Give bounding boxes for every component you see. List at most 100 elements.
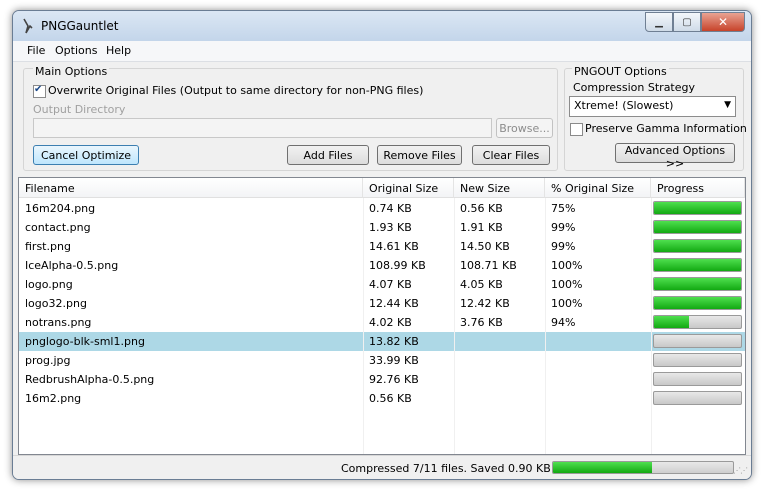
resize-grip-icon[interactable]: ⋰⋰ bbox=[733, 466, 748, 475]
row-progress-bar bbox=[653, 372, 742, 386]
cell-original-size: 13.82 KB bbox=[369, 335, 419, 348]
table-row[interactable]: logo.png 4.07 KB 4.05 KB 100% bbox=[19, 275, 745, 294]
column-divider bbox=[651, 198, 652, 454]
table-row[interactable]: first.png 14.61 KB 14.50 KB 99% bbox=[19, 237, 745, 256]
row-progress-bar bbox=[653, 239, 742, 253]
maximize-button[interactable]: ▢ bbox=[673, 12, 701, 32]
row-progress-fill bbox=[654, 202, 741, 214]
preserve-gamma-label: Preserve Gamma Information bbox=[585, 122, 747, 135]
cell-original-size: 4.02 KB bbox=[369, 316, 412, 329]
column-header-new-size[interactable]: New Size bbox=[454, 178, 545, 198]
menu-file[interactable]: File bbox=[27, 44, 45, 57]
overwrite-label: Overwrite Original Files (Output to same… bbox=[48, 84, 424, 97]
table-row[interactable]: notrans.png 4.02 KB 3.76 KB 94% bbox=[19, 313, 745, 332]
status-bar: Compressed 7/11 files. Saved 0.90 KB tot… bbox=[13, 455, 751, 479]
row-progress-bar bbox=[653, 315, 742, 329]
cell-original-size: 0.56 KB bbox=[369, 392, 412, 405]
table-row[interactable]: logo32.png 12.44 KB 12.42 KB 100% bbox=[19, 294, 745, 313]
row-progress-fill bbox=[654, 278, 741, 290]
overwrite-checkbox[interactable] bbox=[33, 84, 46, 98]
cell-new-size: 108.71 KB bbox=[460, 259, 517, 272]
cell-percent: 100% bbox=[551, 259, 583, 272]
column-divider bbox=[363, 198, 364, 454]
table-row[interactable]: 16m204.png 0.74 KB 0.56 KB 75% bbox=[19, 199, 745, 218]
cell-original-size: 14.61 KB bbox=[369, 240, 419, 253]
file-list[interactable]: Filename Original Size New Size % Origin… bbox=[18, 177, 746, 455]
row-progress-bar bbox=[653, 353, 742, 367]
browse-button[interactable]: Browse... bbox=[496, 118, 553, 138]
window-title: PNGGauntlet bbox=[41, 19, 119, 33]
cell-original-size: 4.07 KB bbox=[369, 278, 412, 291]
cell-filename: logo32.png bbox=[25, 297, 87, 310]
row-progress-bar bbox=[653, 258, 742, 272]
row-progress-bar bbox=[653, 277, 742, 291]
cell-new-size: 0.56 KB bbox=[460, 202, 503, 215]
cell-new-size: 4.05 KB bbox=[460, 278, 503, 291]
row-progress-bar bbox=[653, 296, 742, 310]
cell-percent: 100% bbox=[551, 297, 583, 310]
main-options-title: Main Options bbox=[33, 65, 110, 78]
chevron-down-icon: ▼ bbox=[724, 100, 731, 110]
cell-percent: 100% bbox=[551, 278, 583, 291]
cell-filename: first.png bbox=[25, 240, 71, 253]
cell-new-size: 3.76 KB bbox=[460, 316, 503, 329]
minimize-button[interactable]: ▁ bbox=[645, 12, 673, 32]
table-row[interactable]: prog.jpg 33.99 KB bbox=[19, 351, 745, 370]
close-button[interactable]: ✕ bbox=[701, 12, 745, 32]
column-divider bbox=[545, 198, 546, 454]
advanced-options-button[interactable]: Advanced Options >> bbox=[615, 143, 735, 170]
cell-filename: logo.png bbox=[25, 278, 73, 291]
table-row[interactable]: contact.png 1.93 KB 1.91 KB 99% bbox=[19, 218, 745, 237]
table-row[interactable]: 16m2.png 0.56 KB bbox=[19, 389, 745, 408]
menu-bar: File Options Help bbox=[13, 41, 751, 62]
add-files-button[interactable]: Add Files bbox=[287, 145, 369, 165]
cell-filename: IceAlpha-0.5.png bbox=[25, 259, 119, 272]
maximize-icon: ▢ bbox=[682, 16, 692, 28]
table-row[interactable]: pnglogo-blk-sml1.png 13.82 KB bbox=[19, 332, 745, 351]
row-progress-fill bbox=[654, 316, 689, 328]
output-directory-input[interactable] bbox=[33, 118, 492, 138]
column-header-percent[interactable]: % Original Size bbox=[545, 178, 651, 198]
cell-new-size: 12.42 KB bbox=[460, 297, 510, 310]
title-bar[interactable]: PNGGauntlet ▁ ▢ ✕ bbox=[13, 11, 751, 41]
cell-percent: 75% bbox=[551, 202, 576, 215]
cell-original-size: 1.93 KB bbox=[369, 221, 412, 234]
cell-filename: pnglogo-blk-sml1.png bbox=[25, 335, 145, 348]
preserve-gamma-checkbox[interactable] bbox=[570, 123, 583, 136]
menu-help[interactable]: Help bbox=[106, 44, 131, 57]
pngout-options-title: PNGOUT Options bbox=[572, 65, 669, 78]
output-directory-label: Output Directory bbox=[33, 103, 126, 116]
table-row[interactable]: RedbrushAlpha-0.5.png 92.76 KB bbox=[19, 370, 745, 389]
compression-strategy-select[interactable]: Xtreme! (Slowest) ▼ bbox=[569, 96, 736, 117]
cell-original-size: 33.99 KB bbox=[369, 354, 419, 367]
app-icon bbox=[23, 18, 33, 34]
cell-new-size: 14.50 KB bbox=[460, 240, 510, 253]
menu-options[interactable]: Options bbox=[55, 44, 97, 57]
column-header-original-size[interactable]: Original Size bbox=[363, 178, 454, 198]
cell-original-size: 92.76 KB bbox=[369, 373, 419, 386]
remove-files-button[interactable]: Remove Files bbox=[377, 145, 462, 165]
row-progress-bar bbox=[653, 220, 742, 234]
clear-files-button[interactable]: Clear Files bbox=[472, 145, 550, 165]
row-progress-fill bbox=[654, 297, 741, 309]
minimize-icon: ▁ bbox=[655, 16, 663, 28]
row-progress-fill bbox=[654, 221, 741, 233]
cell-filename: RedbrushAlpha-0.5.png bbox=[25, 373, 155, 386]
column-header-progress[interactable]: Progress bbox=[651, 178, 745, 198]
column-header-filename[interactable]: Filename bbox=[19, 178, 363, 198]
status-text: Compressed 7/11 files. Saved 0.90 KB tot… bbox=[341, 462, 583, 475]
row-progress-bar bbox=[653, 391, 742, 405]
cell-filename: notrans.png bbox=[25, 316, 92, 329]
cell-filename: contact.png bbox=[25, 221, 91, 234]
column-divider bbox=[454, 198, 455, 454]
cell-filename: prog.jpg bbox=[25, 354, 71, 367]
cell-filename: 16m2.png bbox=[25, 392, 82, 405]
close-icon: ✕ bbox=[717, 15, 729, 29]
cell-original-size: 0.74 KB bbox=[369, 202, 412, 215]
cell-filename: 16m204.png bbox=[25, 202, 96, 215]
cancel-optimize-button[interactable]: Cancel Optimize bbox=[33, 145, 139, 165]
table-row[interactable]: IceAlpha-0.5.png 108.99 KB 108.71 KB 100% bbox=[19, 256, 745, 275]
row-progress-fill bbox=[654, 240, 741, 252]
cell-percent: 99% bbox=[551, 221, 576, 234]
app-window: PNGGauntlet ▁ ▢ ✕ File Options Help Main… bbox=[12, 10, 752, 480]
